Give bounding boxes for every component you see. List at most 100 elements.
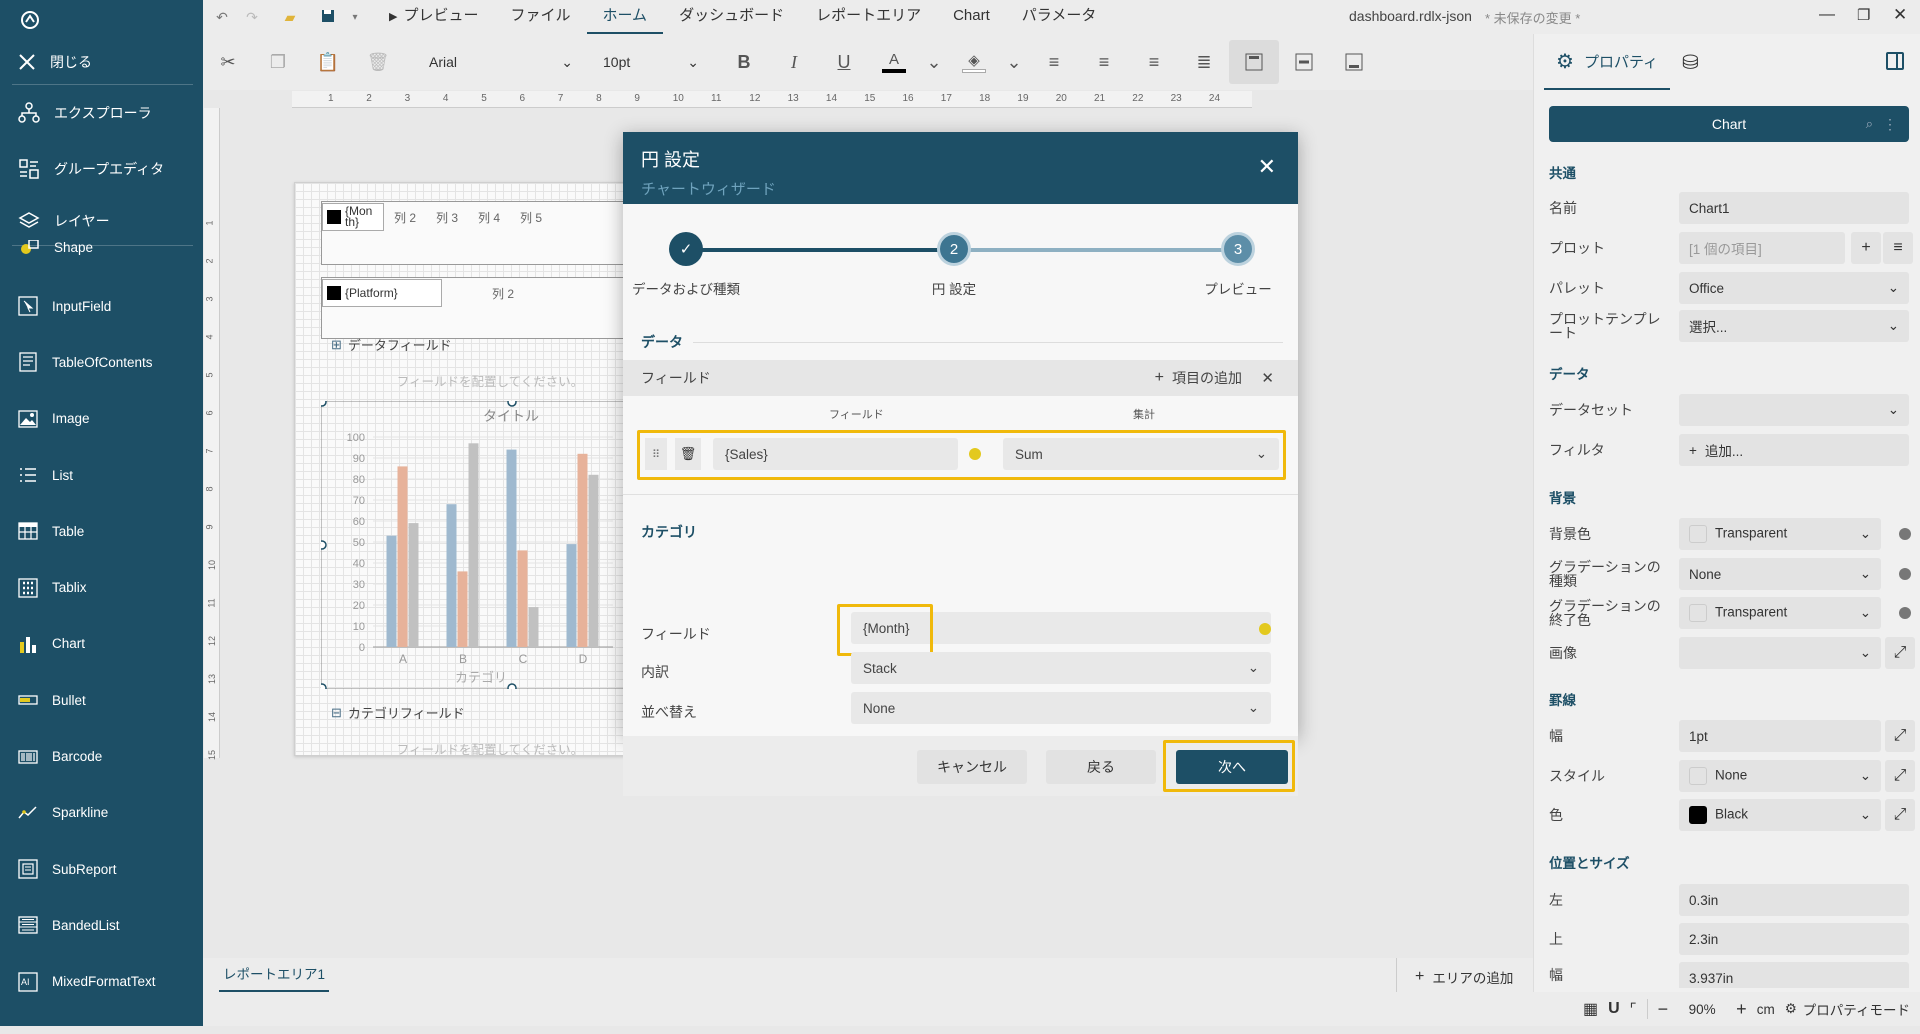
step-3[interactable]: 3 プレビュー [1183,232,1293,298]
expand-icon[interactable]: ⤢ [1885,760,1915,792]
snap-lines-icon[interactable]: ⌜ [1630,1000,1637,1018]
panel-toggle-icon[interactable] [1886,52,1904,70]
tool-shape[interactable]: Shape [0,240,203,258]
sidebar-item-explorer[interactable]: エクスプローラ [0,85,203,141]
plot-template-select[interactable]: 選択... ⌄ [1679,310,1909,342]
save-dropdown-icon[interactable]: ▾ [343,12,367,23]
zoom-in-button[interactable]: + [1736,999,1747,1020]
dialog-close-icon[interactable]: ✕ [1258,154,1276,180]
save-icon[interactable] [313,9,343,26]
plot-menu-icon[interactable]: ≡ [1883,232,1913,264]
copy-icon[interactable]: ❐ [253,40,303,84]
delete-icon[interactable]: 🗑 [353,40,403,84]
font-family-select[interactable]: Arial ⌄ [421,46,581,78]
dataset-select[interactable]: ⌄ [1679,394,1909,426]
zoom-level[interactable]: 90% [1678,1002,1726,1017]
magnet-icon[interactable]: U [1608,1000,1620,1018]
menu-dashboard[interactable]: ダッシュボード [663,0,800,34]
add-filter-button[interactable]: + 追加... [1679,434,1909,466]
border-width-field[interactable]: 1pt [1679,720,1881,752]
top-field[interactable]: 2.3in [1679,923,1909,955]
restore-icon[interactable]: ❐ [1857,6,1870,24]
align-center-icon[interactable]: ≡ [1079,40,1129,84]
sort-select[interactable]: None ⌄ [851,692,1271,724]
sidebar-item-group-editor[interactable]: グループエディタ [0,141,203,197]
table-cell[interactable]: 列 4 [468,209,510,226]
tab-data[interactable]: ⛁ [1670,34,1711,90]
table-cell[interactable]: 列 3 [426,209,468,226]
redo-icon[interactable]: ↷ [237,9,267,26]
menu-file[interactable]: ファイル [494,0,586,34]
back-button[interactable]: 戻る [1046,750,1156,784]
table-cell[interactable]: {Platform} [322,279,442,307]
unit-selector[interactable]: cm [1757,1002,1775,1017]
valign-bottom-icon[interactable] [1329,40,1379,84]
sidebar-item-layers[interactable]: レイヤー [0,197,203,245]
add-item-button[interactable]: + 項目の追加 [1155,368,1242,388]
menu-home[interactable]: ホーム [586,0,664,34]
tab-report-area-1[interactable]: レポートエリア1 [219,958,330,992]
window-close-icon[interactable]: ✕ [1893,5,1907,25]
category-field-drop-zone[interactable]: ⊟ カテゴリフィールド [331,703,465,722]
add-plot-button[interactable]: + [1851,232,1881,264]
tool-sparkline[interactable]: Sparkline [0,785,203,841]
step-2[interactable]: 2 円 設定 [899,232,1009,298]
table-cell[interactable]: 列 2 [384,209,426,226]
tool-image[interactable]: Image [0,391,203,447]
minimize-icon[interactable]: — [1819,6,1835,24]
table-1[interactable]: {Mon th} 列 2 列 3 列 4 列 5 [321,201,631,265]
size-width-field[interactable]: 3.937in [1679,962,1909,988]
tool-tableofcontents[interactable]: TableOfContents [0,334,203,390]
align-left-icon[interactable]: ≡ [1029,40,1079,84]
tab-properties[interactable]: ⚙ プロパティ [1544,34,1671,90]
folder-icon[interactable]: ▰ [275,9,305,26]
tool-chart[interactable]: Chart [0,616,203,672]
selected-component-header[interactable]: Chart ⌕ ⋮ [1549,106,1909,142]
table-cell[interactable]: 列 2 [482,285,524,302]
border-style-select[interactable]: None ⌄ [1679,760,1881,792]
table-cell[interactable]: 列 5 [510,209,552,226]
search-icon[interactable]: ⌕ [1866,116,1873,132]
italic-button[interactable]: I [769,40,819,84]
font-color-dropdown-icon[interactable]: ⌄ [919,40,949,84]
background-color-select[interactable]: Transparent ⌄ [1679,518,1881,550]
font-color-button[interactable]: A [869,40,919,84]
plot-field[interactable]: [1 個の項目] [1679,232,1845,264]
fill-color-dropdown-icon[interactable]: ⌄ [999,40,1029,84]
expand-icon[interactable]: ⤢ [1885,720,1915,752]
valign-top-icon[interactable] [1229,40,1279,84]
expand-icon[interactable]: ⤢ [1885,637,1915,669]
chart-preview[interactable]: タイトル 0 10 20 30 40 50 60 70 80 90 100 A B C D カテゴリ [321,401,631,689]
font-size-select[interactable]: 10pt ⌄ [595,46,707,78]
gradient-type-indicator[interactable] [1899,568,1911,580]
tool-table[interactable]: Table [0,503,203,559]
table-2[interactable]: {Platform} 列 2 [321,277,631,339]
valign-middle-icon[interactable] [1279,40,1329,84]
tool-bandedlist[interactable]: BandedList [0,897,203,953]
tool-subreport[interactable]: SubReport [0,841,203,897]
property-mode-button[interactable]: ⚙ プロパティモード [1785,999,1910,1019]
breakdown-select[interactable]: Stack ⌄ [851,652,1271,684]
undo-icon[interactable]: ↶ [207,9,237,26]
expand-icon[interactable]: ⤢ [1885,799,1915,831]
left-field[interactable]: 0.3in [1679,884,1909,916]
tool-mixedformattext[interactable]: AI MixedFormatText [0,954,203,1010]
bold-button[interactable]: B [719,40,769,84]
justify-icon[interactable]: ≣ [1179,40,1229,84]
paste-icon[interactable]: 📋 [303,40,353,84]
palette-select[interactable]: Office ⌄ [1679,272,1909,304]
tool-inputfield[interactable]: InputField [0,278,203,334]
add-area-button[interactable]: + エリアの追加 [1415,967,1513,987]
data-field-drop-zone[interactable]: ⊞ データフィールド [331,335,452,354]
gradient-end-select[interactable]: Transparent ⌄ [1679,597,1881,629]
tool-list[interactable]: List [0,447,203,503]
close-button[interactable]: 閉じる [0,40,203,84]
menu-report-area[interactable]: レポートエリア [800,0,937,34]
align-right-icon[interactable]: ≡ [1129,40,1179,84]
tool-barcode[interactable]: Barcode [0,728,203,784]
clear-items-icon[interactable]: ✕ [1261,369,1274,387]
menu-parameters[interactable]: パラメータ [1006,0,1113,34]
name-field[interactable]: Chart1 [1679,192,1909,224]
underline-button[interactable]: U [819,40,869,84]
menu-chart[interactable]: Chart [937,0,1006,34]
